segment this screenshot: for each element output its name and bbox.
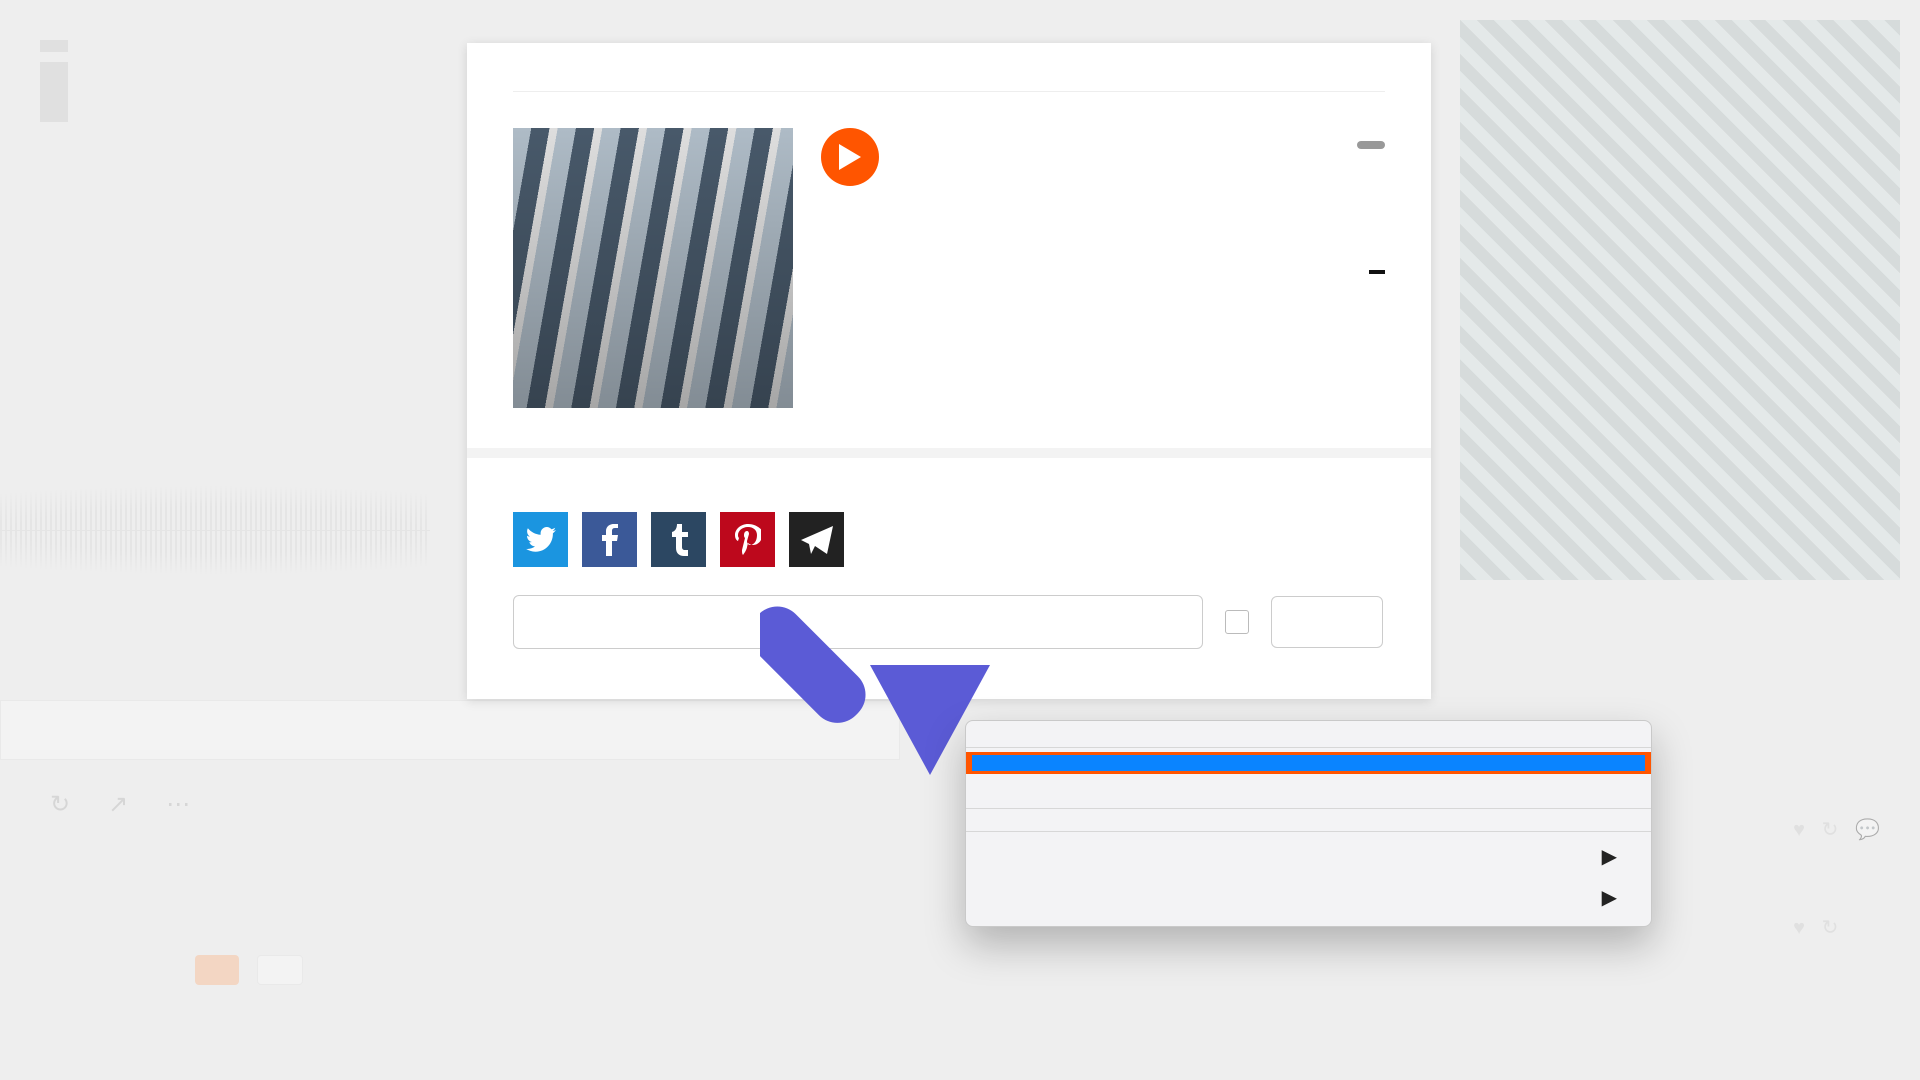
start-at-checkbox[interactable] — [1225, 610, 1249, 634]
context-menu: ▶ ▶ — [965, 720, 1652, 927]
track-duration — [1369, 270, 1385, 274]
bg-track-title — [40, 62, 68, 122]
ctx-lookup[interactable] — [966, 729, 1651, 748]
pinterest-icon[interactable] — [720, 512, 775, 567]
track-toolbar: ↻ ↗ ⋯ — [50, 790, 198, 819]
create-account-button[interactable] — [195, 955, 239, 985]
bg-artist-label — [40, 40, 68, 52]
ctx-goto[interactable] — [966, 774, 1651, 790]
ctx-services[interactable]: ▶ — [966, 877, 1651, 918]
ctx-inspect[interactable] — [966, 813, 1651, 832]
related-tracks: ♥ ↻ 💬 ♥ ↻ — [1793, 810, 1880, 940]
sign-in-button[interactable] — [257, 955, 303, 985]
repost-button[interactable]: ↻ — [50, 790, 78, 819]
play-button[interactable] — [821, 128, 879, 186]
tumblr-icon[interactable] — [651, 512, 706, 567]
ctx-copy[interactable] — [966, 752, 1651, 774]
start-at-input[interactable] — [1271, 596, 1383, 648]
track-artwork — [513, 128, 793, 408]
twitter-icon[interactable] — [513, 512, 568, 567]
share-button[interactable]: ↗ — [108, 790, 136, 819]
facebook-icon[interactable] — [582, 512, 637, 567]
track-tag[interactable] — [1357, 141, 1385, 149]
waveform[interactable] — [821, 220, 1385, 330]
more-button[interactable]: ⋯ — [166, 790, 198, 819]
share-url-input[interactable] — [513, 595, 1203, 649]
ctx-speech[interactable]: ▶ — [966, 836, 1651, 877]
hero-artwork — [1460, 20, 1900, 580]
message-icon[interactable] — [789, 512, 844, 567]
share-dialog — [467, 43, 1431, 699]
bg-waveform — [0, 470, 430, 590]
ctx-print[interactable] — [966, 790, 1651, 809]
comment-input[interactable] — [0, 700, 900, 760]
